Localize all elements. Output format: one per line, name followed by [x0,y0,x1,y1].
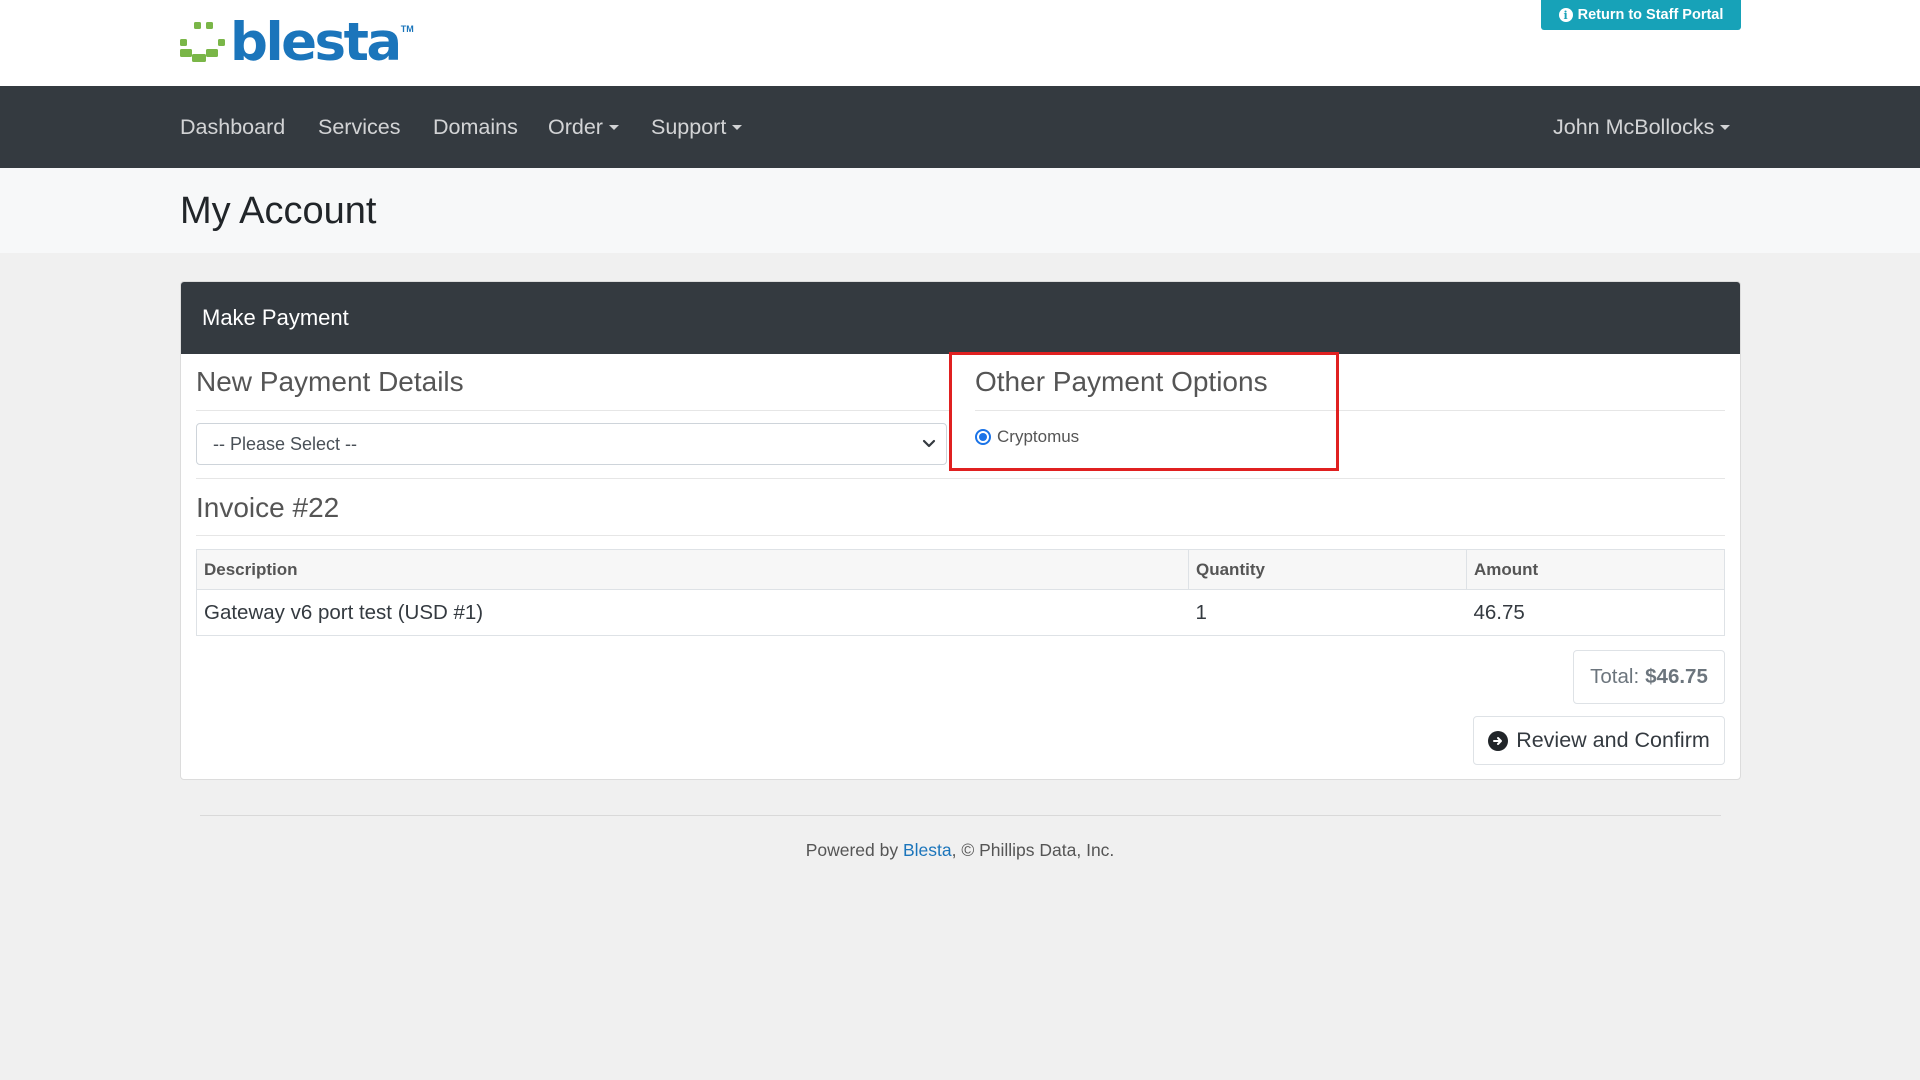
footer-suffix: , © Phillips Data, Inc. [951,840,1115,860]
divider [196,535,1725,536]
nav-support-label: Support [651,114,727,139]
caret-down-icon [732,124,743,130]
nav-domains-label: Domains [433,114,518,139]
nav-order-label: Order [548,114,603,139]
return-to-staff-portal-button[interactable]: i Return to Staff Portal [1541,0,1741,30]
staff-portal-label: Return to Staff Portal [1577,7,1724,23]
column-header-quantity: Quantity [1188,549,1467,590]
info-icon: i [1558,8,1573,22]
footer-divider [200,815,1721,816]
nav-dashboard-label: Dashboard [180,114,286,139]
footer: Powered by Blesta, © Phillips Data, Inc. [0,840,1920,861]
user-menu-dropdown[interactable]: John McBollocks [1553,86,1731,168]
total-label: Total: [1590,665,1640,688]
blesta-logo[interactable]: blesta TM [180,12,414,73]
row-amount: 46.75 [1466,589,1725,636]
row-quantity: 1 [1188,589,1467,636]
arrow-circle-right-icon [1488,730,1509,751]
invoice-table: Description Quantity Amount Gateway v6 p… [196,549,1725,636]
caret-down-icon [608,124,619,130]
divider [196,478,1725,479]
total-value: $46.75 [1645,665,1708,688]
nav-services-label: Services [318,114,401,139]
invoice-heading: Invoice #22 [196,492,340,523]
card-header-title: Make Payment [202,305,349,330]
user-menu-label: John McBollocks [1553,114,1715,139]
row-description: Gateway v6 port test (USD #1) [196,589,1189,636]
title-band: My Account [0,168,1920,253]
column-header-amount: Amount [1466,549,1725,590]
highlight-box [949,352,1339,471]
payment-method-select-value: -- Please Select -- [213,433,358,454]
card-header: Make Payment [181,282,1740,354]
invoice-total: Total: $46.75 [1573,650,1725,704]
divider [196,410,949,411]
footer-prefix: Powered by [805,840,903,860]
nav-order-dropdown[interactable]: Order [548,86,619,168]
table-header-row: Description Quantity Amount [196,549,1725,590]
main-navbar: Dashboard Services Domains Order Support… [0,86,1920,168]
page-title: My Account [180,190,377,232]
payment-method-select[interactable]: -- Please Select -- [196,423,947,465]
new-payment-heading: New Payment Details [196,366,464,397]
footer-blesta-link[interactable]: Blesta [903,840,952,860]
logo-wordmark: blesta [230,12,402,73]
nav-services[interactable]: Services [318,86,400,168]
nav-support-dropdown[interactable]: Support [651,86,743,168]
smiley-logo-icon [180,22,225,62]
logo-trademark: TM [400,24,414,34]
column-header-description: Description [196,549,1189,590]
review-and-confirm-button[interactable]: Review and Confirm [1473,716,1725,765]
review-button-label: Review and Confirm [1516,728,1710,752]
nav-domains[interactable]: Domains [433,86,518,168]
top-header: blesta TM i Return to Staff Portal [0,0,1920,86]
nav-dashboard[interactable]: Dashboard [180,86,285,168]
table-row: Gateway v6 port test (USD #1) 1 46.75 [196,589,1725,636]
caret-down-icon [1720,124,1731,130]
chevron-down-icon [922,439,936,448]
